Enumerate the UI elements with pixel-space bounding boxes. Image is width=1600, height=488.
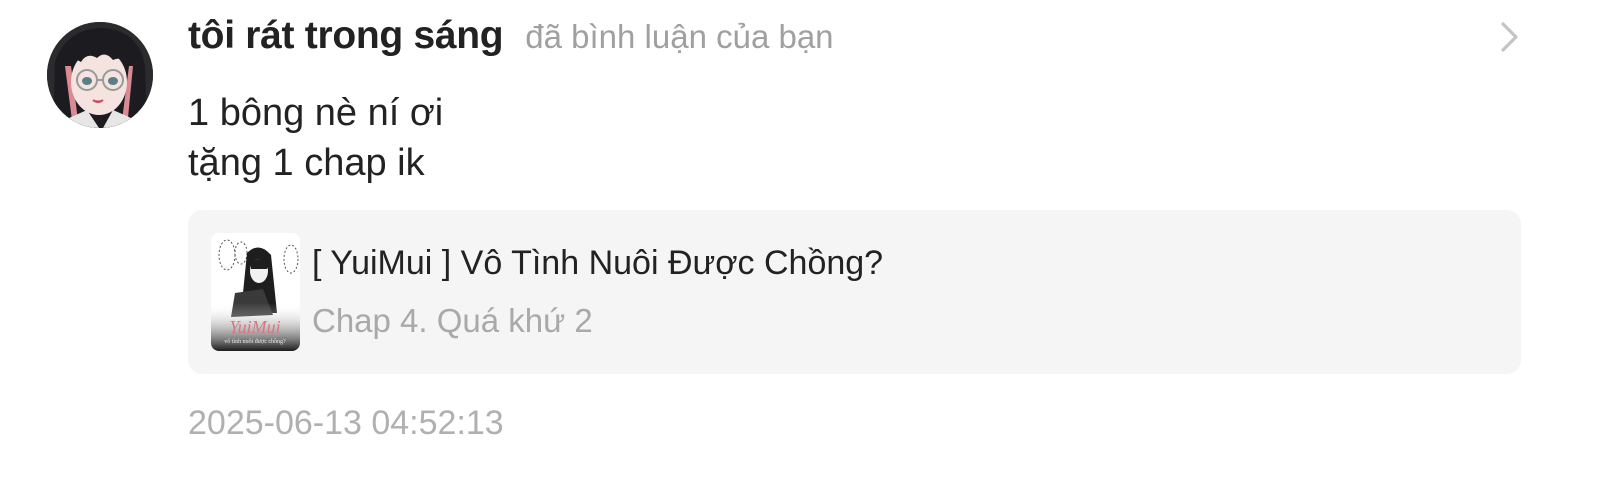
notification-action-text: đã bình luận của bạn — [525, 18, 834, 55]
story-card[interactable]: YuiMui vô tình nuôi được chồng? [ YuiMui… — [188, 210, 1521, 374]
chapter-title[interactable]: Chap 4. Quá khứ 2 — [312, 302, 593, 340]
comment-line-2: tặng 1 chap ik — [188, 142, 425, 184]
timestamp: 2025-06-13 04:52:13 — [188, 404, 504, 442]
cover-subtitle-art: vô tình nuôi được chồng? — [224, 338, 286, 345]
username[interactable]: tôi rát trong sáng — [188, 14, 504, 58]
comment-line-1: 1 bông nè ní ơi — [188, 92, 444, 134]
notification-header: tôi rát trong sáng đã bình luận của bạn — [188, 14, 834, 66]
user-avatar-icon — [47, 22, 153, 128]
cover-title-art: YuiMui — [229, 317, 280, 337]
comment-text: 1 bông nè ní ơi tặng 1 chap ik — [188, 88, 443, 188]
chevron-right-icon[interactable] — [1494, 20, 1524, 54]
comment-notification[interactable]: tôi rát trong sáng đã bình luận của bạn … — [0, 0, 1600, 488]
story-title[interactable]: [ YuiMui ] Vô Tình Nuôi Được Chồng? — [312, 244, 883, 283]
story-cover-image: YuiMui vô tình nuôi được chồng? — [211, 233, 300, 351]
user-avatar[interactable] — [47, 22, 153, 128]
